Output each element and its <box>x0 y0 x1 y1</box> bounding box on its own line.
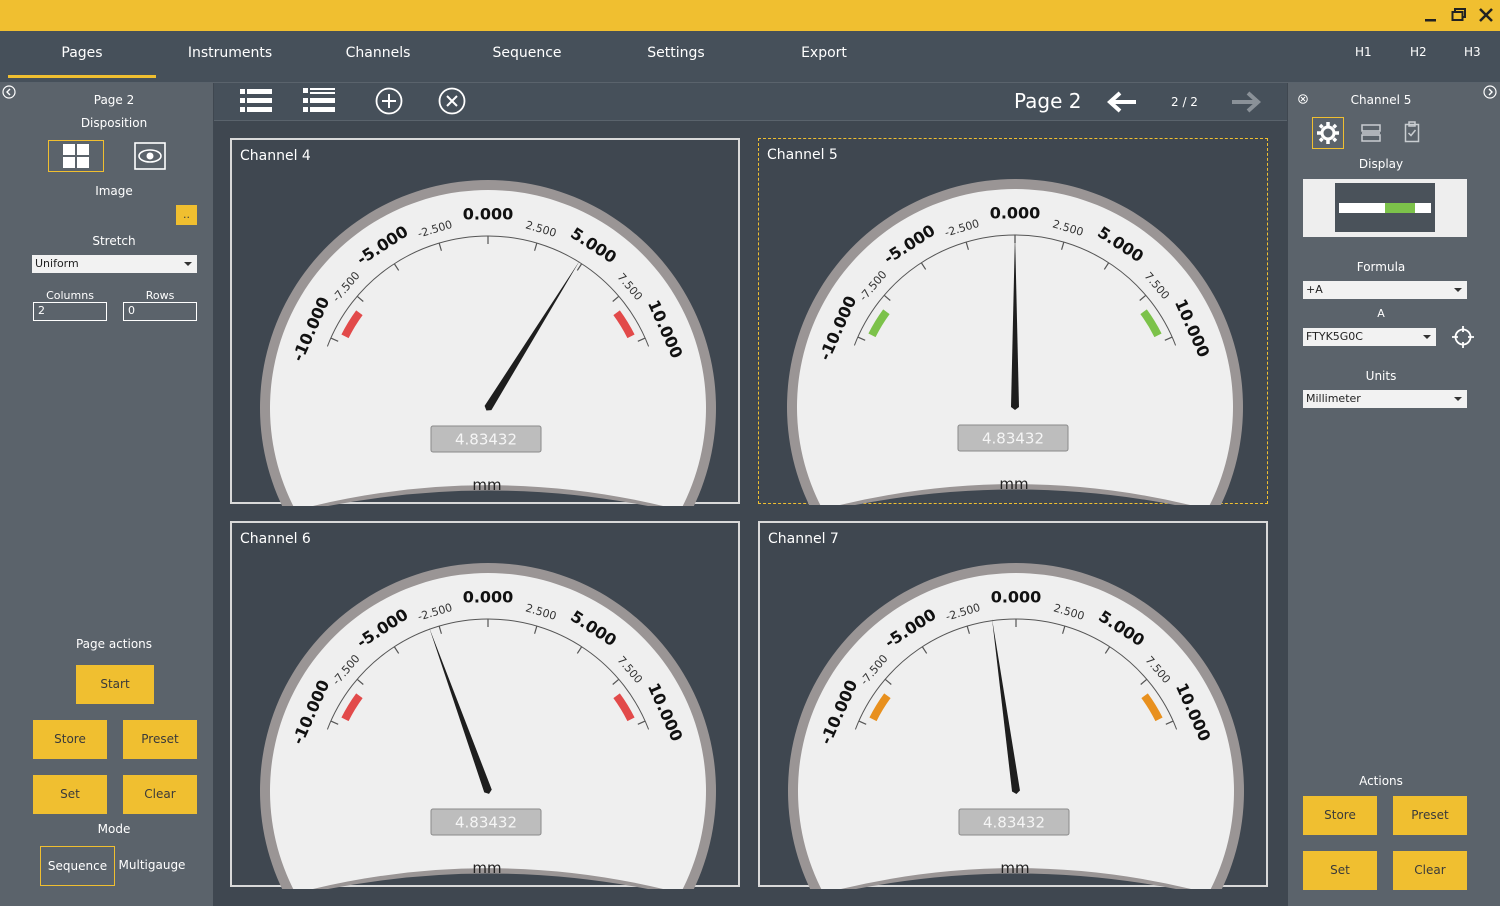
gauge-value-readout: 4.83432 <box>455 431 517 449</box>
gauge-channel-7[interactable]: -10.000 -5.000 0.000 5.000 10.000 -7.500 -2.50… <box>758 521 1268 889</box>
stretch-label: Stretch <box>92 234 136 248</box>
display-preview[interactable] <box>1303 179 1467 237</box>
disposition-label: Disposition <box>80 116 148 130</box>
set-button[interactable]: Set <box>33 775 107 814</box>
minimize-icon[interactable] <box>1422 6 1440 24</box>
units-value: Millimeter <box>1306 392 1361 405</box>
preset-button[interactable]: Preset <box>123 720 197 759</box>
start-button[interactable]: Start <box>76 665 154 704</box>
chevron-down-icon <box>1454 397 1462 401</box>
rows-label: Rows <box>145 289 175 302</box>
gauge-channel-6[interactable]: -10.000 -5.000 0.000 5.000 10.000 -7.500 -2.50… <box>230 521 740 889</box>
right-panel: Channel 5 Display Formula +A A FTYK5G0C … <box>1288 83 1500 906</box>
left-panel: Page 2 Disposition Image .. Stretch Unif… <box>0 83 213 906</box>
grid-layout-icon[interactable] <box>48 140 104 172</box>
display-preview-bar-fill <box>1385 203 1415 213</box>
chevron-down-icon <box>1423 335 1431 339</box>
crosshair-icon[interactable] <box>1452 326 1474 348</box>
page-counter: 2 / 2 <box>1171 95 1198 109</box>
channel-title: Channel 5 <box>1350 93 1412 107</box>
mode-sequence-button[interactable]: Sequence <box>40 846 115 886</box>
head-h2-button[interactable]: H2 <box>1410 45 1427 59</box>
gauge-title: Channel 4 <box>240 148 311 164</box>
menu-instruments[interactable]: Instruments <box>156 31 304 82</box>
chevron-down-icon <box>184 262 192 266</box>
gauge-value-readout: 4.83432 <box>455 814 517 832</box>
formula-select[interactable]: +A <box>1303 281 1467 299</box>
channel-preset-button[interactable]: Preset <box>1393 796 1467 835</box>
toolbar-page-title: Page 2 <box>1014 89 1082 113</box>
clear-button[interactable]: Clear <box>123 775 197 814</box>
units-select[interactable]: Millimeter <box>1303 390 1467 408</box>
next-page-icon[interactable] <box>1230 90 1262 114</box>
remove-circle-icon[interactable] <box>438 87 466 115</box>
gauge-major-label: 0.000 <box>463 205 514 224</box>
gauge-title: Channel 7 <box>768 531 839 547</box>
gauge-title: Channel 5 <box>767 147 838 163</box>
gauge-title: Channel 6 <box>240 531 311 547</box>
rows-input[interactable]: 0 <box>123 302 197 321</box>
gauge-dial: -10.000-5.0000.0005.00010.000-7.500-2.50… <box>260 180 716 506</box>
title-bar <box>0 0 1500 31</box>
gauge-unit-label: mm <box>999 475 1028 493</box>
menu-export[interactable]: Export <box>750 31 898 82</box>
menu-channels[interactable]: Channels <box>304 31 452 82</box>
head-h3-button[interactable]: H3 <box>1464 45 1481 59</box>
stretch-select[interactable]: Uniform <box>32 255 197 273</box>
gauge-dial: -10.000-5.0000.0005.00010.000-7.500-2.50… <box>260 563 716 889</box>
gauge-major-label: 0.000 <box>463 588 514 607</box>
gauge-dial: -10.000-5.0000.0005.00010.000-7.500-2.50… <box>787 179 1243 505</box>
gauge-unit-label: mm <box>472 859 501 877</box>
gauge-major-label: 0.000 <box>990 204 1041 223</box>
channel-store-button[interactable]: Store <box>1303 796 1377 835</box>
clipboard-check-icon[interactable] <box>1404 121 1420 143</box>
display-label: Display <box>1358 157 1404 171</box>
add-circle-icon[interactable] <box>375 87 403 115</box>
page-toolbar: Page 2 2 / 2 <box>214 83 1287 121</box>
a-label: A <box>1377 307 1385 320</box>
menu-pages[interactable]: Pages <box>8 31 156 82</box>
gauge-dial: -10.000-5.0000.0005.00010.000-7.500-2.50… <box>788 563 1244 889</box>
list-view-icon[interactable] <box>240 87 272 115</box>
a-source-select[interactable]: FTYK5G0C <box>1303 328 1436 346</box>
view-image-icon[interactable] <box>134 142 166 170</box>
formula-value: +A <box>1306 283 1323 296</box>
chevron-down-icon <box>1454 288 1462 292</box>
gauge-value-readout: 4.83432 <box>982 430 1044 448</box>
formula-label: Formula <box>1356 260 1406 274</box>
collapse-right-icon[interactable] <box>1483 85 1497 99</box>
mode-label: Mode <box>97 822 131 836</box>
detailed-list-icon[interactable] <box>303 87 335 115</box>
gauge-unit-label: mm <box>1000 859 1029 877</box>
columns-label: Columns <box>46 289 94 302</box>
units-label: Units <box>1365 369 1397 383</box>
page-actions-label: Page actions <box>75 637 153 651</box>
close-icon[interactable] <box>1477 6 1495 24</box>
range-icon[interactable] <box>1360 123 1382 143</box>
previous-page-icon[interactable] <box>1106 90 1138 114</box>
columns-input[interactable]: 2 <box>33 302 107 321</box>
menu-settings[interactable]: Settings <box>602 31 750 82</box>
stretch-value: Uniform <box>35 257 79 270</box>
menu-sequence[interactable]: Sequence <box>452 31 602 82</box>
page-name: Page 2 <box>93 93 135 107</box>
a-source-value: FTYK5G0C <box>1306 330 1363 343</box>
channel-clear-button[interactable]: Clear <box>1393 851 1467 890</box>
gear-icon[interactable] <box>1312 117 1344 149</box>
store-button[interactable]: Store <box>33 720 107 759</box>
channel-set-button[interactable]: Set <box>1303 851 1377 890</box>
head-h1-button[interactable]: H1 <box>1355 45 1372 59</box>
gauge-channel-5[interactable]: -10.000 -5.000 0.000 5.000 10.000 -7.500 -2.50… <box>758 138 1268 505</box>
actions-label: Actions <box>1359 774 1403 788</box>
mode-multigauge-button[interactable]: Multigauge <box>115 846 189 884</box>
gauge-value-readout: 4.83432 <box>983 814 1045 832</box>
gauge-unit-label: mm <box>472 476 501 494</box>
image-browse-button[interactable]: .. <box>176 205 197 225</box>
menu-bar: Pages Instruments Channels Sequence Sett… <box>0 31 1500 83</box>
gauge-major-label: 0.000 <box>991 588 1042 607</box>
image-label: Image <box>95 184 133 198</box>
gauge-channel-4[interactable]: -10.000 -5.000 0.000 5.000 10.000 -7.500 -2.50… <box>230 138 740 506</box>
restore-icon[interactable] <box>1450 6 1468 24</box>
